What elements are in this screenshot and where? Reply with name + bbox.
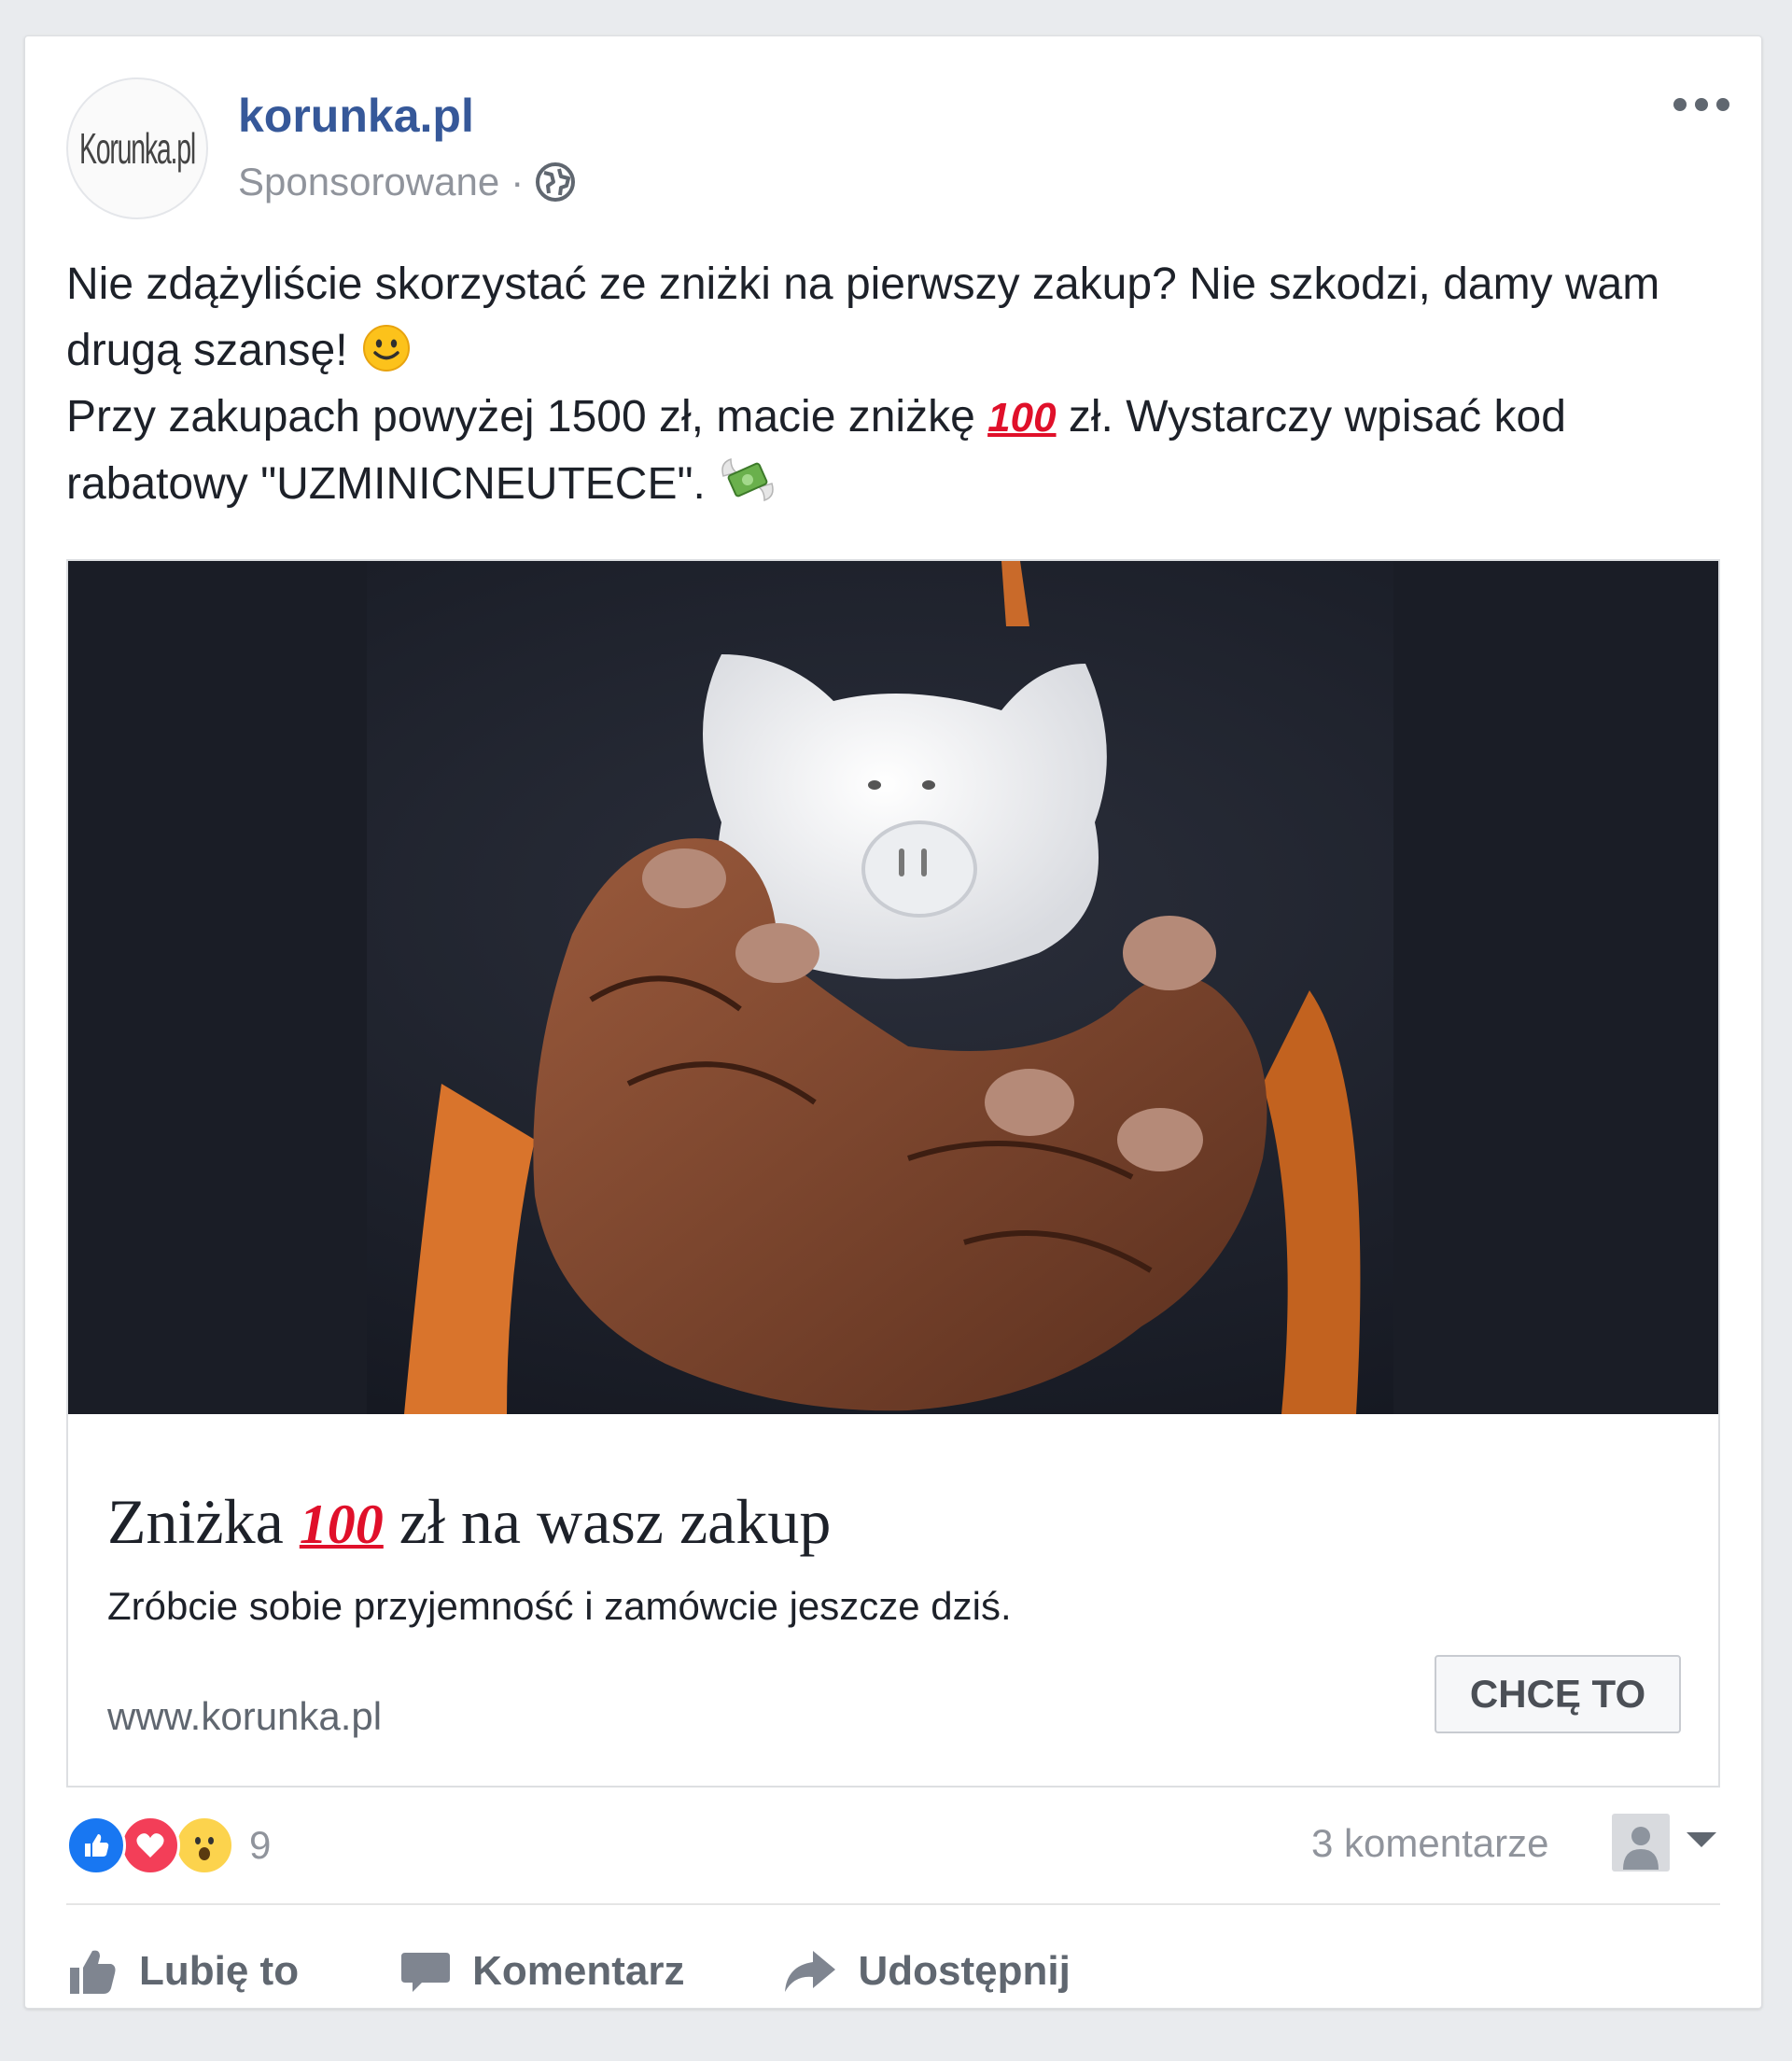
- post-text-line1: Nie zdążyliście skorzystać ze zniżki na …: [66, 259, 1660, 375]
- page-avatar[interactable]: Korunka.pl: [66, 77, 208, 219]
- thumbs-up-icon: [70, 1950, 116, 1994]
- post-text-line2-a: Przy zakupach powyżej 1500 zł, macie zni…: [66, 392, 988, 442]
- card-headline[interactable]: Zniżka 100 zł na wasz zakup: [107, 1485, 831, 1559]
- like-reaction-icon: [66, 1816, 126, 1875]
- more-dot: [1695, 98, 1708, 111]
- share-arrow-icon: [785, 1951, 836, 1992]
- avatar-logo-text: Korunka.pl: [79, 124, 196, 173]
- comments-count-link[interactable]: 3 komentarze: [1311, 1821, 1548, 1866]
- cta-button[interactable]: CHCĘ TO: [1435, 1655, 1681, 1733]
- card-title-b: zł na wasz zakup: [383, 1486, 832, 1557]
- sponsored-label[interactable]: Sponsorowane: [238, 160, 499, 204]
- comment-icon: [401, 1953, 451, 1992]
- card-domain[interactable]: www.korunka.pl: [107, 1694, 382, 1739]
- ad-photo-piggy-bank-in-hands[interactable]: [68, 561, 1718, 1414]
- sponsored-post: Korunka.pl korunka.pl Sponsorowane · Nie…: [24, 35, 1762, 2009]
- post-text-paragraph-2: Przy zakupach powyżej 1500 zł, macie zni…: [66, 384, 1737, 517]
- reaction-icons: [66, 1816, 234, 1875]
- share-button-label: Udostępnij: [858, 1948, 1071, 1994]
- meta-separator: ·: [511, 160, 525, 203]
- reaction-count: 9: [249, 1823, 272, 1867]
- love-reaction-icon: [120, 1816, 180, 1875]
- card-description: Zróbcie sobie przyjemność i zamówcie jes…: [107, 1584, 1012, 1628]
- money-with-wings-emoji: [721, 457, 774, 502]
- more-dot: [1716, 98, 1729, 111]
- like-button[interactable]: Lubię to: [66, 1945, 299, 1998]
- link-preview-card[interactable]: Zniżka 100 zł na wasz zakup Zróbcie sobi…: [66, 559, 1720, 1788]
- comment-button[interactable]: Komentarz: [399, 1945, 684, 1998]
- action-bar: Lubię to Komentarz Udostępnij: [66, 1939, 1071, 2004]
- footer-divider: [66, 1903, 1720, 1905]
- hundred-points-emoji: 100: [987, 395, 1057, 441]
- more-options-icon[interactable]: [1673, 98, 1729, 117]
- globe-icon: [536, 162, 576, 202]
- chevron-down-icon[interactable]: [1687, 1832, 1716, 1847]
- comment-button-label: Komentarz: [472, 1948, 685, 1994]
- hundred-points-emoji: 100: [299, 1493, 384, 1555]
- smiley-emoji: [362, 325, 410, 372]
- piggy-bank-illustration: [68, 561, 1718, 1414]
- card-title-a: Zniżka: [107, 1486, 300, 1557]
- post-text: Nie zdążyliście skorzystać ze zniżki na …: [66, 251, 1737, 517]
- like-button-label: Lubię to: [139, 1948, 300, 1994]
- more-dot: [1673, 98, 1687, 111]
- post-text-paragraph-1: Nie zdążyliście skorzystać ze zniżki na …: [66, 251, 1737, 384]
- viewer-avatar-icon[interactable]: [1612, 1814, 1670, 1872]
- page-name-link[interactable]: korunka.pl: [238, 89, 474, 143]
- reactions-summary[interactable]: 9: [66, 1816, 271, 1875]
- post-meta: Sponsorowane ·: [238, 160, 576, 204]
- wow-reaction-icon: [175, 1816, 234, 1875]
- share-button[interactable]: Udostępnij: [781, 1945, 1071, 1998]
